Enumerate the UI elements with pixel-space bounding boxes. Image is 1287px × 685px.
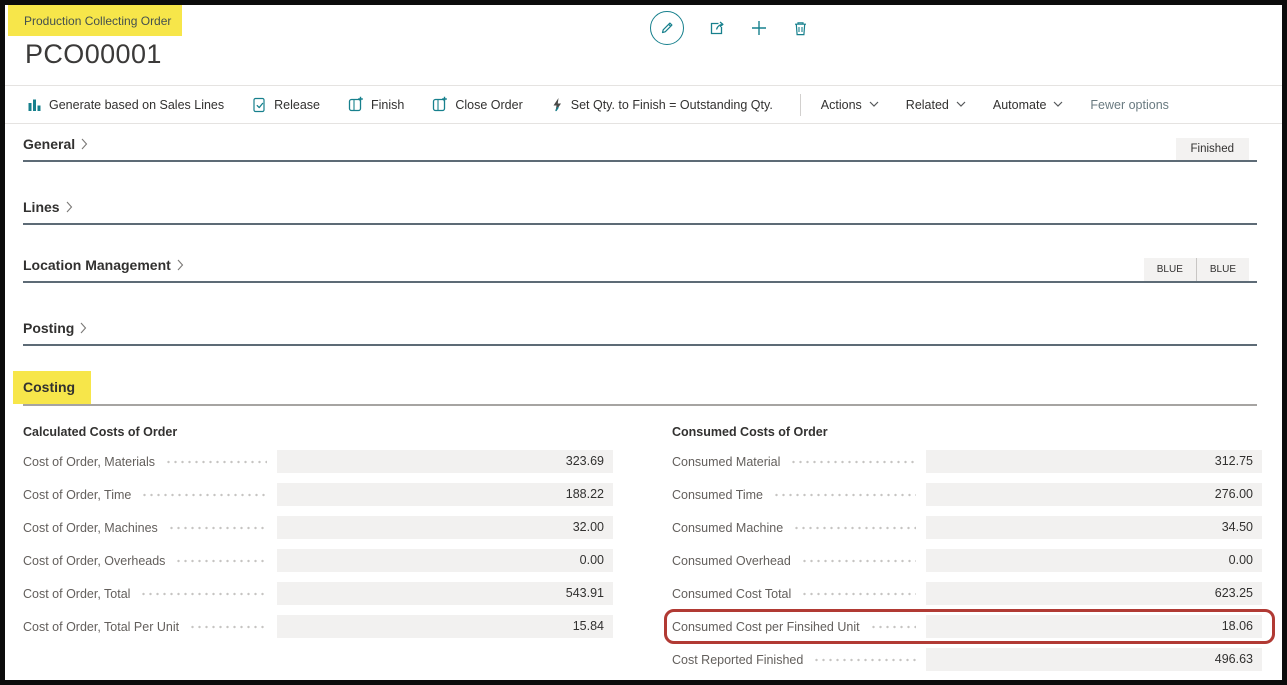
plus-icon <box>750 19 768 37</box>
grid-plus-icon <box>347 96 364 113</box>
trash-icon <box>792 20 809 37</box>
page-caption-highlight: Production Collecting Order <box>8 5 182 36</box>
edit-button[interactable] <box>650 11 684 45</box>
section-lines: Lines <box>23 199 1257 225</box>
field-row-cost-machines: Cost of Order, Machines 32.00 <box>18 516 613 539</box>
consumed-costs-column: Consumed Costs of Order Consumed Materia… <box>667 410 1262 681</box>
share-icon <box>708 19 726 37</box>
chevron-right-icon <box>66 201 73 213</box>
dotted-leader <box>801 582 915 605</box>
field-row-consumed-material: Consumed Material 312.75 <box>667 450 1262 473</box>
section-location-management-toggle[interactable]: Location Management <box>23 257 184 273</box>
system-action-bar <box>650 11 809 45</box>
location-badge-from[interactable]: BLUE <box>1144 258 1196 281</box>
page-title: PCO00001 <box>25 39 162 70</box>
section-general: General Finished <box>23 136 1257 162</box>
delete-button[interactable] <box>792 20 809 37</box>
dotted-leader <box>140 582 266 605</box>
field-row-consumed-cost-per-finished-unit: Consumed Cost per Finsihed Unit 18.06 <box>667 615 1262 638</box>
dotted-leader <box>813 648 915 671</box>
field-row-cost-overheads: Cost of Order, Overheads 0.00 <box>18 549 613 572</box>
field-value[interactable]: 0.00 <box>277 549 613 572</box>
chevron-right-icon <box>177 259 184 271</box>
field-value[interactable]: 188.22 <box>277 483 613 506</box>
section-general-toggle[interactable]: General <box>23 136 88 152</box>
field-row-cost-time: Cost of Order, Time 188.22 <box>18 483 613 506</box>
location-badge-to[interactable]: BLUE <box>1196 258 1249 281</box>
fewer-options-button[interactable]: Fewer options <box>1090 98 1169 112</box>
field-row-consumed-time: Consumed Time 276.00 <box>667 483 1262 506</box>
calculated-costs-column: Calculated Costs of Order Cost of Order,… <box>18 410 613 681</box>
field-row-cost-reported-finished: Cost Reported Finished 496.63 <box>667 648 1262 671</box>
document-check-icon <box>251 97 267 113</box>
toolbar-action-set-qty-to-finish[interactable]: Set Qty. to Finish = Outstanding Qty. <box>550 97 773 113</box>
calculated-costs-header: Calculated Costs of Order <box>18 425 613 439</box>
field-value[interactable]: 276.00 <box>926 483 1262 506</box>
field-row-cost-total: Cost of Order, Total 543.91 <box>18 582 613 605</box>
dotted-leader <box>773 483 916 506</box>
section-location-management: Location Management BLUE BLUE <box>23 257 1257 283</box>
production-collecting-order-page: Production Collecting Order PCO00001 <box>0 0 1287 685</box>
field-row-consumed-overhead: Consumed Overhead 0.00 <box>667 549 1262 572</box>
chevron-down-icon <box>956 101 966 108</box>
section-lines-toggle[interactable]: Lines <box>23 199 73 215</box>
status-badge[interactable]: Finished <box>1176 138 1249 160</box>
consumed-costs-header: Consumed Costs of Order <box>667 425 1262 439</box>
page-caption: Production Collecting Order <box>24 14 171 28</box>
field-value[interactable]: 0.00 <box>926 549 1262 572</box>
dotted-leader <box>141 483 266 506</box>
field-row-cost-total-per-unit: Cost of Order, Total Per Unit 15.84 <box>18 615 613 638</box>
dotted-leader <box>790 450 915 473</box>
field-row-consumed-machine: Consumed Machine 34.50 <box>667 516 1262 539</box>
red-annotation-box: Consumed Cost per Finsihed Unit 18.06 <box>667 612 1272 641</box>
dotted-leader <box>175 549 266 572</box>
field-value[interactable]: 32.00 <box>277 516 613 539</box>
field-row-consumed-cost-total: Consumed Cost Total 623.25 <box>667 582 1262 605</box>
chevron-right-icon <box>80 322 87 334</box>
field-value[interactable]: 18.06 <box>926 615 1262 638</box>
dotted-leader <box>165 450 267 473</box>
dotted-leader <box>793 516 916 539</box>
dotted-leader <box>189 615 267 638</box>
field-value[interactable]: 543.91 <box>277 582 613 605</box>
costing-content: Calculated Costs of Order Cost of Order,… <box>18 410 1262 681</box>
section-costing: Costing <box>23 378 1257 406</box>
action-toolbar: Generate based on Sales Lines Release Fi… <box>5 86 1282 124</box>
chevron-down-icon <box>869 101 879 108</box>
chevron-down-icon <box>1053 101 1063 108</box>
field-value[interactable]: 312.75 <box>926 450 1262 473</box>
dotted-leader <box>870 615 916 638</box>
toolbar-menu-related[interactable]: Related <box>906 98 966 112</box>
costing-title-highlight: Costing <box>13 371 91 404</box>
toolbar-action-finish[interactable]: Finish <box>347 96 404 113</box>
grid-plus-icon <box>431 96 448 113</box>
toolbar-action-release[interactable]: Release <box>251 97 320 113</box>
toolbar-menu-actions[interactable]: Actions <box>821 98 879 112</box>
field-value[interactable]: 496.63 <box>926 648 1262 671</box>
section-posting: Posting <box>23 320 1257 346</box>
share-button[interactable] <box>708 19 726 37</box>
toolbar-separator <box>800 94 801 116</box>
bar-chart-icon <box>27 97 42 112</box>
field-row-cost-materials: Cost of Order, Materials 323.69 <box>18 450 613 473</box>
toolbar-menu-automate[interactable]: Automate <box>993 98 1064 112</box>
location-badges: BLUE BLUE <box>1144 258 1249 281</box>
dotted-leader <box>168 516 267 539</box>
field-value[interactable]: 15.84 <box>277 615 613 638</box>
pencil-icon <box>659 20 675 36</box>
chevron-right-icon <box>81 138 88 150</box>
new-button[interactable] <box>750 19 768 37</box>
field-value[interactable]: 323.69 <box>277 450 613 473</box>
toolbar-action-close-order[interactable]: Close Order <box>431 96 522 113</box>
section-costing-toggle[interactable]: Costing <box>23 379 75 395</box>
field-value[interactable]: 623.25 <box>926 582 1262 605</box>
lightning-icon <box>550 97 564 113</box>
toolbar-action-generate-based-on-sales-lines[interactable]: Generate based on Sales Lines <box>27 97 224 112</box>
dotted-leader <box>801 549 916 572</box>
field-value[interactable]: 34.50 <box>926 516 1262 539</box>
section-posting-toggle[interactable]: Posting <box>23 320 87 336</box>
